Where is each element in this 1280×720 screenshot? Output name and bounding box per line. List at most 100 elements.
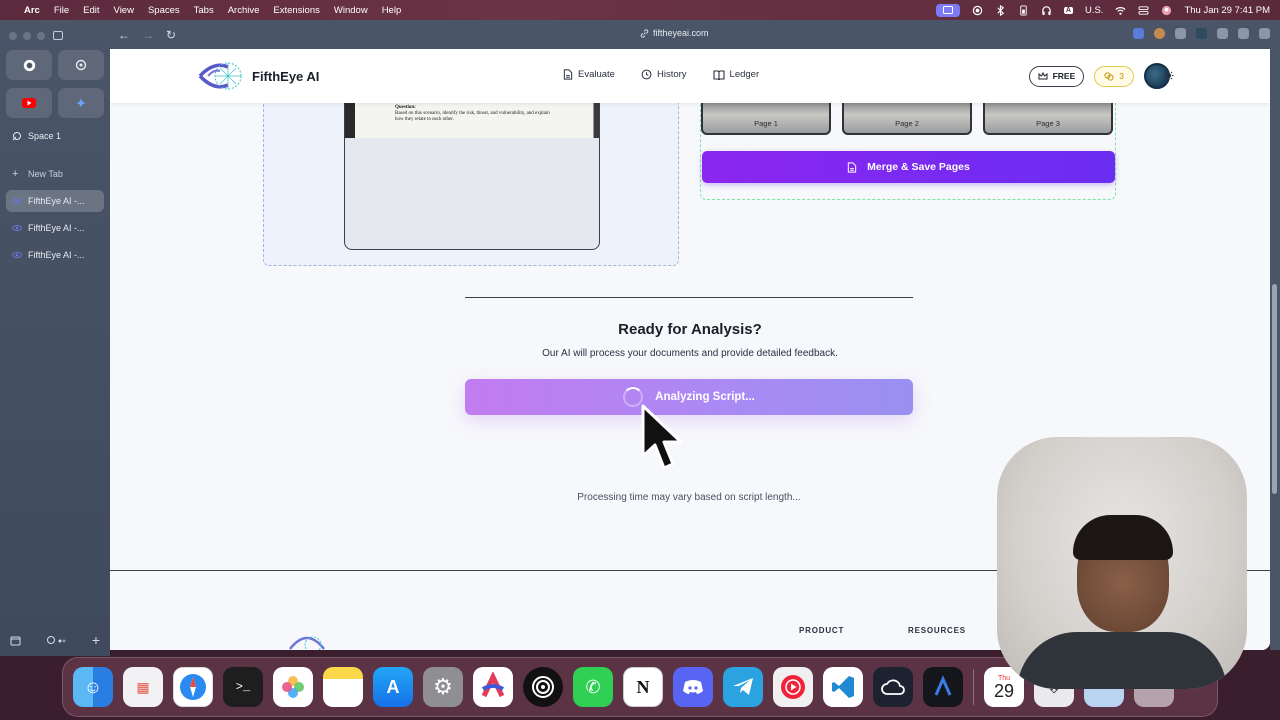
minimize-window-icon[interactable]: [23, 32, 31, 40]
reload-icon[interactable]: ↻: [166, 28, 176, 42]
menu-edit[interactable]: Edit: [83, 5, 99, 16]
headphones-icon[interactable]: [1041, 5, 1052, 16]
page-label: Page 2: [895, 119, 919, 128]
back-icon[interactable]: ←: [118, 28, 130, 42]
history-icon: [641, 69, 652, 80]
url-bar[interactable]: fiftheyeai.com: [640, 28, 709, 38]
favorite-chatgpt[interactable]: [58, 50, 104, 80]
favorite-github[interactable]: [6, 50, 52, 80]
clock[interactable]: Thu Jan 29 7:41 PM: [1184, 5, 1270, 16]
browser-toolbar: ← → ↻ fiftheyeai.com: [110, 20, 1280, 49]
ai-app-icon[interactable]: [923, 667, 963, 707]
forward-icon[interactable]: →: [142, 28, 154, 42]
screen-recording-icon[interactable]: [935, 3, 960, 17]
nav-ledger[interactable]: Ledger: [712, 69, 760, 80]
sidebar-tab-2[interactable]: FifthEye AI -...: [6, 217, 104, 239]
space-label[interactable]: Space 1: [6, 125, 104, 147]
favorite-youtube[interactable]: [6, 88, 52, 118]
menu-tabs[interactable]: Tabs: [194, 5, 214, 16]
bluetooth-icon[interactable]: [995, 4, 1006, 16]
finder-icon[interactable]: ☺: [73, 667, 113, 707]
ready-title: Ready for Analysis?: [618, 321, 762, 338]
react-extension-icon[interactable]: [1196, 28, 1207, 39]
doc-line: how they relate to each other.: [395, 117, 454, 122]
merge-save-button[interactable]: Merge & Save Pages: [702, 151, 1115, 183]
fiftheye-favicon-icon: [12, 198, 22, 204]
photos-icon[interactable]: [273, 667, 313, 707]
credits-badge[interactable]: 3: [1094, 65, 1134, 87]
shield-extension-icon[interactable]: [1133, 28, 1144, 39]
sidebar-tab-3[interactable]: FifthEye AI -...: [6, 244, 104, 266]
section-divider: [465, 297, 913, 298]
favorites-grid: [6, 50, 104, 118]
launchpad-icon[interactable]: ▦: [123, 667, 163, 707]
input-source-icon[interactable]: A: [1063, 6, 1073, 14]
youtube-music-icon[interactable]: [773, 667, 813, 707]
input-source-label[interactable]: U.S.: [1085, 5, 1103, 16]
vscode-icon[interactable]: [823, 667, 863, 707]
upload-dropzone[interactable]: institutions in the region. Question: Ba…: [263, 80, 679, 266]
settings-icon[interactable]: ⚙: [423, 667, 463, 707]
mouse-pointer-icon: [641, 404, 683, 470]
new-tab-button[interactable]: + New Tab: [6, 163, 104, 185]
chatgpt-icon[interactable]: [523, 667, 563, 707]
plan-badge[interactable]: FREE: [1028, 65, 1085, 87]
menu-extensions[interactable]: Extensions: [273, 5, 319, 16]
menu-file[interactable]: File: [54, 5, 69, 16]
cloud-icon[interactable]: [873, 667, 913, 707]
nav-label: Ledger: [729, 69, 760, 80]
analyze-button-label: Analyzing Script...: [655, 391, 755, 403]
wifi-icon[interactable]: [1115, 5, 1126, 16]
sidebar-toggle-icon[interactable]: [53, 31, 63, 40]
arc-icon[interactable]: [473, 667, 513, 707]
plus-icon: +: [12, 168, 19, 180]
add-space-icon[interactable]: +: [92, 633, 100, 647]
spaces-icon[interactable]: [46, 635, 66, 646]
whatsapp-icon[interactable]: ✆: [573, 667, 613, 707]
new-tab-label: New Tab: [28, 169, 63, 179]
footer-resources-heading: RESOURCES: [908, 626, 966, 635]
notes-icon[interactable]: [323, 667, 363, 707]
menu-help[interactable]: Help: [382, 5, 402, 16]
telegram-icon[interactable]: [723, 667, 763, 707]
footer-product-heading: PRODUCT: [799, 626, 845, 635]
nav-history[interactable]: History: [641, 69, 687, 80]
record-icon[interactable]: [972, 5, 983, 16]
control-center-icon[interactable]: [1138, 5, 1149, 16]
nav-evaluate[interactable]: Evaluate: [563, 69, 615, 80]
translate-extension-icon[interactable]: [1175, 28, 1186, 39]
cookie-extension-icon[interactable]: [1154, 28, 1165, 39]
analyze-button[interactable]: Analyzing Script...: [465, 379, 913, 415]
archive-icon[interactable]: [10, 635, 21, 646]
sidebar-right-icon[interactable]: [1259, 28, 1270, 39]
favorite-gemini[interactable]: [58, 88, 104, 118]
menu-spaces[interactable]: Spaces: [148, 5, 180, 16]
brand-logo[interactable]: FifthEye AI: [198, 59, 319, 93]
wifi-extension-icon[interactable]: [1217, 28, 1228, 39]
terminal-icon[interactable]: >_: [223, 667, 263, 707]
youtube-icon: [22, 98, 36, 108]
app-store-icon[interactable]: A: [373, 667, 413, 707]
menu-view[interactable]: View: [114, 5, 134, 16]
merge-save-label: Merge & Save Pages: [867, 161, 970, 173]
menu-app-name[interactable]: Arc: [24, 5, 40, 16]
discord-icon[interactable]: [673, 667, 713, 707]
menu-window[interactable]: Window: [334, 5, 368, 16]
space-name: Space 1: [28, 131, 62, 141]
chatgpt-icon: [75, 59, 87, 71]
notion-icon[interactable]: N: [623, 667, 663, 707]
menu-archive[interactable]: Archive: [228, 5, 260, 16]
sidebar-tab-1[interactable]: FifthEye AI -...: [6, 190, 104, 212]
theme-toggle-icon[interactable]: [1163, 70, 1174, 81]
page-scrollbar[interactable]: [1270, 49, 1280, 650]
zoom-window-icon[interactable]: [37, 32, 45, 40]
page-label: Page 3: [1036, 119, 1060, 128]
sidebar-footer: +: [10, 633, 100, 647]
capture-extension-icon[interactable]: [1238, 28, 1249, 39]
safari-icon[interactable]: [173, 667, 213, 707]
arc-sidebar: Space 1 + New Tab FifthEye AI -... Fifth…: [0, 20, 110, 656]
close-window-icon[interactable]: [9, 32, 17, 40]
scrollbar-thumb[interactable]: [1272, 284, 1277, 494]
profile-icon[interactable]: [1161, 5, 1172, 16]
battery-icon[interactable]: [1018, 4, 1029, 16]
